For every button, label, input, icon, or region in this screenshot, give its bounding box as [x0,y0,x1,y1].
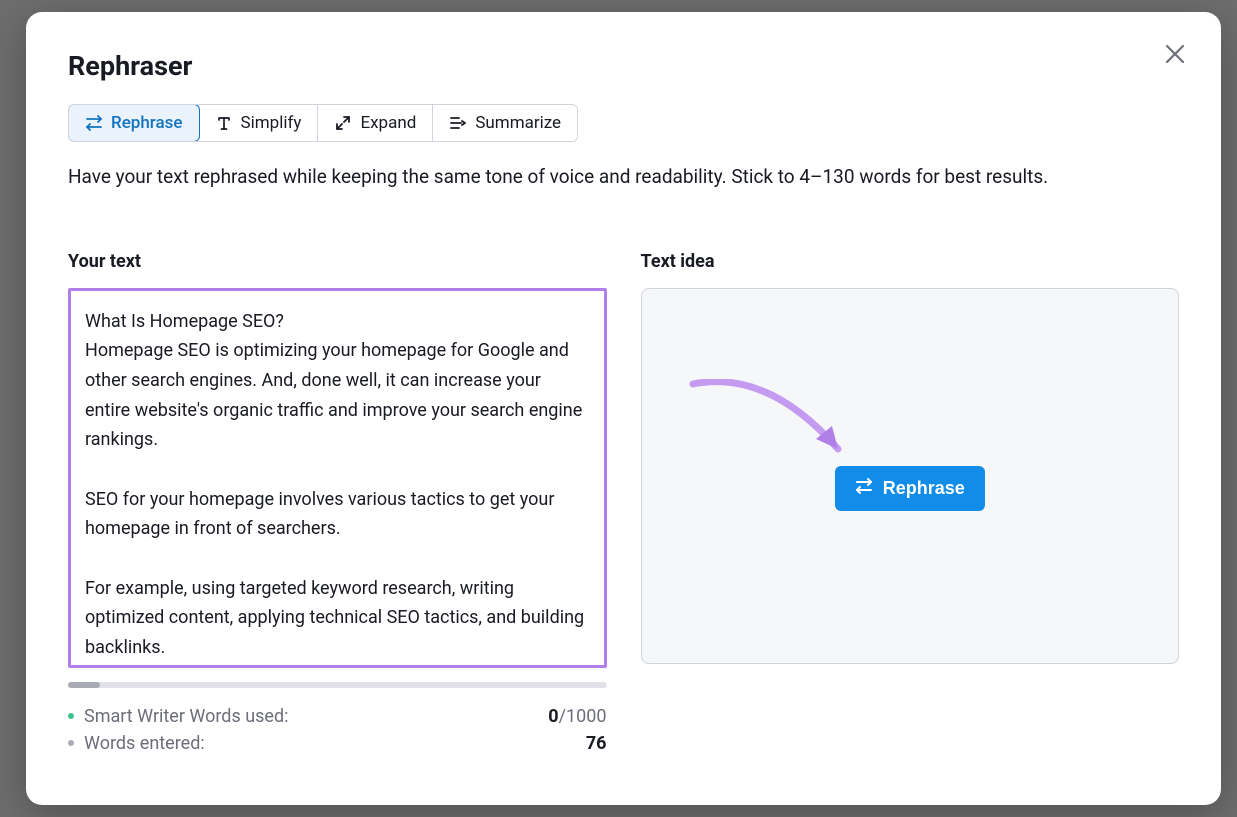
tab-simplify-label: Simplify [241,113,302,133]
bullet-green-icon [68,713,74,719]
stats: Smart Writer Words used: 0/1000 Words en… [68,706,607,754]
expand-icon [334,114,352,132]
close-button[interactable] [1161,40,1189,68]
smart-writer-used: 0 [548,706,558,727]
tabs-group: Rephrase Simplify Expand [68,104,578,142]
words-entered-value: 76 [586,733,607,754]
tab-expand[interactable]: Expand [318,105,433,141]
your-text-label: Your text [68,251,607,272]
modal-title: Rephraser [68,50,1179,82]
your-text-column: Your text Smart Writer Words used: 0/100… [68,251,607,760]
stat-smart-writer: Smart Writer Words used: 0/1000 [68,706,607,727]
tab-summarize-label: Summarize [475,113,561,133]
bullet-gray-icon [68,740,74,746]
tab-expand-label: Expand [360,113,416,133]
rephrase-button-label: Rephrase [883,478,965,499]
tab-rephrase-label: Rephrase [111,113,183,133]
close-icon [1164,43,1186,65]
summarize-icon [449,114,467,132]
tab-simplify[interactable]: Simplify [199,105,319,141]
text-idea-box: Rephrase [641,288,1180,664]
modal-description: Have your text rephrased while keeping t… [68,164,1179,191]
text-idea-label: Text idea [641,251,1180,272]
rephrase-button-icon [855,477,873,500]
simplify-icon [215,114,233,132]
smart-writer-limit: /1000 [559,706,607,727]
columns: Your text Smart Writer Words used: 0/100… [68,251,1179,760]
usage-slider[interactable] [68,682,607,688]
tab-rephrase[interactable]: Rephrase [68,104,200,142]
rephraser-modal: Rephraser Rephrase Simplify [26,12,1221,805]
words-entered-label: Words entered: [84,733,205,754]
rephrase-icon [85,114,103,132]
stat-words-entered: Words entered: 76 [68,733,607,754]
tab-summarize[interactable]: Summarize [433,105,577,141]
usage-slider-fill [68,682,100,688]
text-idea-column: Text idea Rephrase [641,251,1180,760]
rephrase-button[interactable]: Rephrase [835,466,985,511]
textarea-highlight [68,288,607,668]
smart-writer-label: Smart Writer Words used: [84,706,289,727]
your-text-input[interactable] [71,291,604,661]
